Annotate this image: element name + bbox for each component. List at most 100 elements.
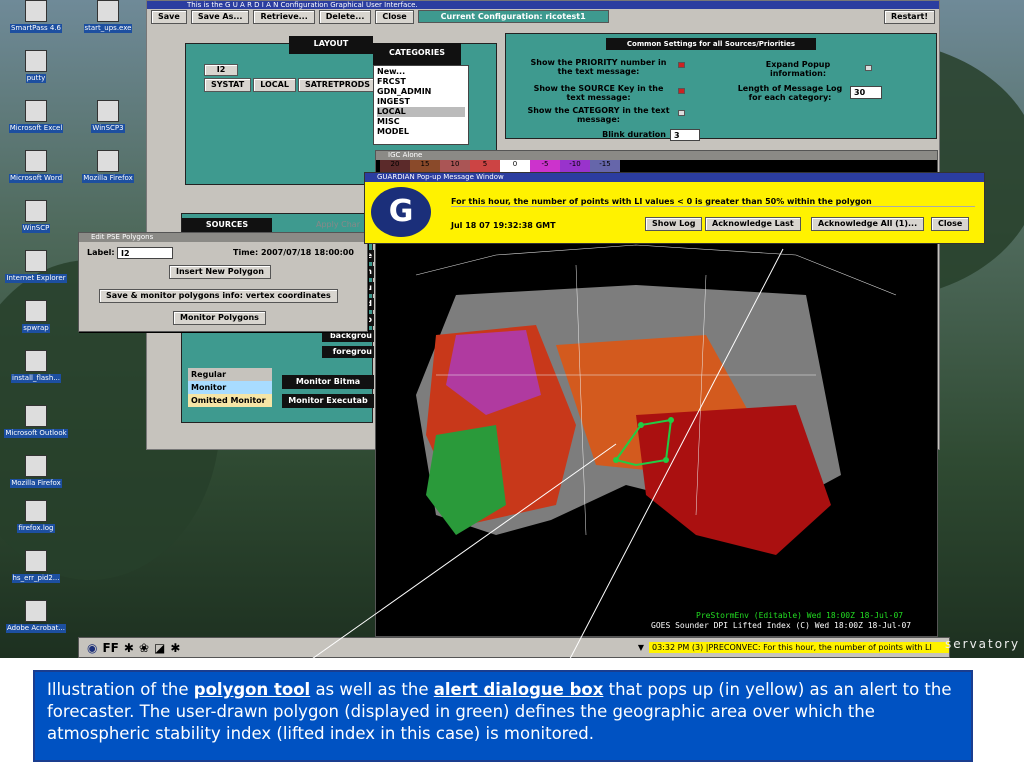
log-length-input[interactable]: 30 xyxy=(850,86,882,99)
categories-title: CATEGORIES xyxy=(373,43,461,65)
legend-omitted-monitor: Omitted Monitor xyxy=(188,394,272,407)
sources-legend: Regular Monitor Omitted Monitor xyxy=(188,368,272,407)
scale-tick: 15 xyxy=(410,160,440,172)
app-icon xyxy=(25,300,47,322)
delete-button[interactable]: Delete... xyxy=(318,9,372,24)
desktop-icon[interactable]: Microsoft Outlook xyxy=(0,405,72,438)
polygon-vertex[interactable] xyxy=(613,457,619,463)
blink-duration-label: Blink duration xyxy=(602,130,666,139)
taskbar-tool-icon[interactable]: ◪ xyxy=(154,641,165,655)
desktop-icon[interactable]: firefox.log xyxy=(0,500,72,533)
show-source-checkbox[interactable] xyxy=(678,88,685,94)
app-icon xyxy=(25,0,47,22)
acknowledge-last-button[interactable]: Acknowledge Last xyxy=(705,217,801,231)
category-item[interactable]: New... xyxy=(377,67,465,77)
desktop-icon[interactable]: hs_err_pid2... xyxy=(0,550,72,583)
show-priority-checkbox[interactable] xyxy=(678,62,685,68)
putty-icon xyxy=(25,50,47,72)
taskbar-tool-icon[interactable]: ✱ xyxy=(124,641,134,655)
ie-icon xyxy=(25,250,47,272)
desktop-icon[interactable]: spwrap xyxy=(0,300,72,333)
desktop-icon-label: WinSCP3 xyxy=(91,124,125,133)
apply-char-label: Apply Char xyxy=(316,220,360,229)
desktop-icon[interactable]: Microsoft Excel xyxy=(0,100,72,133)
layout-selector[interactable]: I2 xyxy=(204,64,238,76)
popup-message: For this hour, the number of points with… xyxy=(451,197,975,207)
desktop-icon-label: spwrap xyxy=(22,324,50,333)
chevron-down-icon[interactable]: ▼ xyxy=(638,643,644,652)
desktop-icon[interactable]: Internet Explorer xyxy=(0,250,72,283)
map-canvas[interactable]: PreStormEnv (Editable) Wed 18:00Z 18-Jul… xyxy=(376,175,937,635)
desktop-icon[interactable]: Microsoft Word xyxy=(0,150,72,183)
desktop-icon[interactable]: start_ups.exe xyxy=(72,0,144,33)
lifted-index-scale: 20 15 10 5 0 -5 -10 -15 xyxy=(380,160,620,172)
desktop-icon[interactable]: WinSCP xyxy=(0,200,72,233)
common-settings-panel: Common Settings for all Sources/Prioriti… xyxy=(505,33,937,141)
desktop-icon[interactable]: Adobe Acrobat... xyxy=(0,600,72,633)
pse-label-input[interactable]: I2 xyxy=(117,247,173,259)
monitor-bitmap-button[interactable]: Monitor Bitma xyxy=(282,375,374,389)
polygon-vertex[interactable] xyxy=(668,417,674,423)
desktop-icon[interactable]: WinSCP3 xyxy=(72,100,144,133)
blink-duration-input[interactable]: 3 xyxy=(670,129,700,141)
restart-button[interactable]: Restart! xyxy=(884,9,935,24)
save-button[interactable]: Save xyxy=(151,9,187,24)
polygon-vertex[interactable] xyxy=(638,422,644,428)
close-button[interactable]: Close xyxy=(375,9,414,24)
desktop-icon[interactable]: install_flash... xyxy=(0,350,72,383)
taskbar-ff[interactable]: FF xyxy=(102,641,118,655)
desktop-icon-label: Internet Explorer xyxy=(5,274,67,283)
map-info-line1: PreStormEnv (Editable) Wed 18:00Z 18-Jul… xyxy=(696,611,903,620)
category-item[interactable]: FRCST xyxy=(377,77,465,87)
category-item[interactable]: MISC xyxy=(377,117,465,127)
monitor-polygons-button[interactable]: Monitor Polygons xyxy=(173,311,266,325)
category-item[interactable]: MODEL xyxy=(377,127,465,137)
expand-popup-label: Expand Popup information: xyxy=(765,60,831,78)
desktop-icon[interactable]: SmartPass 4.6 xyxy=(0,0,72,33)
desktop-icon[interactable]: Mozilla Firefox xyxy=(0,455,72,488)
layout-entry-satretprods[interactable]: SATRETPRODS xyxy=(297,78,378,92)
desktop-icon-label: start_ups.exe xyxy=(83,24,133,33)
desktop-icon-label: Microsoft Word xyxy=(8,174,64,183)
desktop-icon[interactable]: Mozilla Firefox xyxy=(72,150,144,183)
guardian-taskbar-icon[interactable]: ◉ xyxy=(87,641,97,655)
common-settings-title: Common Settings for all Sources/Prioriti… xyxy=(606,38,816,50)
retrieve-button[interactable]: Retrieve... xyxy=(253,9,315,24)
save-as-button[interactable]: Save As... xyxy=(190,9,250,24)
acknowledge-all-button[interactable]: Acknowledge All (1)... xyxy=(811,217,925,231)
desktop-icon-label: SmartPass 4.6 xyxy=(9,24,63,33)
taskbar-ticker[interactable]: 03:32 PM (3) |PRECONVEC: For this hour, … xyxy=(649,642,949,653)
installer-icon xyxy=(25,350,47,372)
polygon-vertex[interactable] xyxy=(663,457,669,463)
file-icon xyxy=(25,500,47,522)
popup-close-button[interactable]: Close xyxy=(931,217,970,231)
insert-polygon-button[interactable]: Insert New Polygon xyxy=(169,265,271,279)
categories-list[interactable]: New... FRCST GDN_ADMIN INGEST LOCAL MISC MODEL xyxy=(373,65,469,145)
expand-popup-checkbox[interactable] xyxy=(865,65,872,71)
layout-entry-systat[interactable]: SYSTAT xyxy=(204,78,252,92)
legend-monitor: Monitor xyxy=(188,381,272,394)
caption-part2: as well as the xyxy=(310,680,434,699)
layout-entry-local[interactable]: LOCAL xyxy=(253,78,296,92)
popup-timestamp: Jul 18 07 19:32:38 GMT xyxy=(451,221,556,230)
scale-tick: 0 xyxy=(500,160,530,172)
li-darkred-region xyxy=(636,405,831,555)
category-item[interactable]: GDN_ADMIN xyxy=(377,87,465,97)
desktop-icon-label: Microsoft Outlook xyxy=(4,429,68,438)
show-log-button[interactable]: Show Log xyxy=(645,217,703,231)
igc-window-title: IGC Alone xyxy=(376,151,937,160)
category-item[interactable]: INGEST xyxy=(377,97,465,107)
save-monitor-polygons-button[interactable]: Save & monitor polygons info: vertex coo… xyxy=(99,289,338,303)
desktop-icon[interactable]: putty xyxy=(0,50,72,83)
outlook-icon xyxy=(25,405,47,427)
monitor-executable-button[interactable]: Monitor Executab xyxy=(282,394,374,408)
show-source-row: Show the SOURCE Key in the text message: xyxy=(526,84,685,102)
show-category-checkbox[interactable] xyxy=(678,110,685,116)
desktop-icon-label: install_flash... xyxy=(11,374,61,383)
source-side-label[interactable]: foregrou xyxy=(322,346,374,358)
taskbar-tool-icon[interactable]: ❀ xyxy=(139,641,149,655)
firefox-icon xyxy=(97,150,119,172)
taskbar-tool-icon[interactable]: ✱ xyxy=(170,641,180,655)
category-item[interactable]: LOCAL xyxy=(377,107,465,117)
log-length-label: Length of Message Log for each category: xyxy=(737,84,843,102)
